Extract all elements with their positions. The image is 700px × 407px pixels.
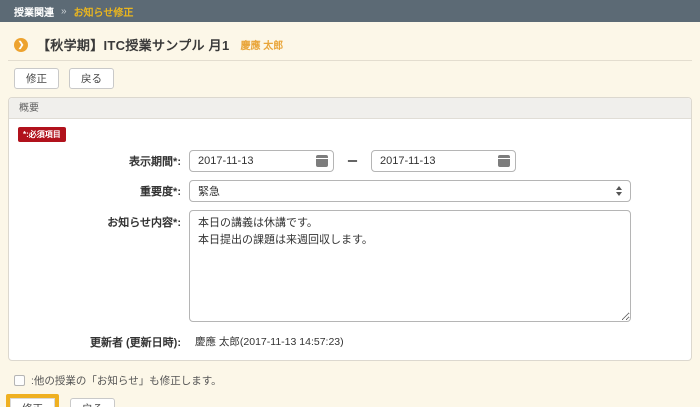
panel-title: 概要 xyxy=(9,98,691,119)
chevron-icon: ❯ xyxy=(14,38,28,52)
summary-panel: 概要 *:必須項目 表示期間*: ー 重要度*: 緊急 xyxy=(8,97,692,361)
period-label: 表示期間*: xyxy=(9,153,189,169)
content-label: お知らせ内容*: xyxy=(9,210,189,230)
apply-other-courses-row: :他の授業の「お知らせ」も修正します。 xyxy=(14,373,700,388)
updated-row: 更新者 (更新日時): 慶應 太郎(2017-11-13 14:57:23) xyxy=(9,334,691,350)
modify-button-bottom[interactable]: 修正 xyxy=(10,398,55,407)
page-header: ❯ 【秋学期】ITC授業サンプル 月1 慶應 太郎 xyxy=(14,35,700,54)
importance-selected-value: 緊急 xyxy=(198,183,616,199)
topbar: 授業関連 » お知らせ修正 xyxy=(0,0,700,22)
updated-value: 慶應 太郎(2017-11-13 14:57:23) xyxy=(189,334,344,350)
required-badge: *:必須項目 xyxy=(18,127,66,142)
calendar-icon xyxy=(498,155,510,167)
importance-row: 重要度*: 緊急 xyxy=(9,180,691,202)
period-start-field xyxy=(189,150,334,172)
updated-label: 更新者 (更新日時): xyxy=(9,334,189,350)
importance-select[interactable]: 緊急 xyxy=(189,180,631,202)
back-button-top[interactable]: 戻る xyxy=(69,68,114,89)
breadcrumb-current: お知らせ修正 xyxy=(74,4,134,19)
modify-button-top[interactable]: 修正 xyxy=(14,68,59,89)
target-highlight: 修正 xyxy=(6,394,59,407)
top-actions: 修正 戻る xyxy=(14,68,700,89)
apply-other-courses-label[interactable]: :他の授業の「お知らせ」も修正します。 xyxy=(31,373,222,388)
divider xyxy=(8,60,692,61)
breadcrumb-root[interactable]: 授業関連 xyxy=(14,4,54,19)
period-end-field xyxy=(371,150,516,172)
period-separator: ー xyxy=(347,153,358,169)
bottom-actions: 修正 戻る xyxy=(6,394,700,407)
content-textarea[interactable]: 本日の講義は休講です。 本日提出の課題は来週回収します。 xyxy=(189,210,631,322)
period-row: 表示期間*: ー xyxy=(9,150,691,172)
back-button-bottom[interactable]: 戻る xyxy=(70,398,115,407)
period-end-calendar-button[interactable] xyxy=(493,151,515,171)
content-row: お知らせ内容*: 本日の講義は休講です。 本日提出の課題は来週回収します。 xyxy=(9,210,691,322)
period-end-input[interactable] xyxy=(372,155,493,167)
page-title: 【秋学期】ITC授業サンプル 月1 xyxy=(37,35,230,54)
select-stepper-icon xyxy=(616,186,622,196)
period-start-calendar-button[interactable] xyxy=(311,151,333,171)
apply-other-courses-checkbox[interactable] xyxy=(14,375,25,386)
breadcrumb-separator: » xyxy=(61,6,67,17)
panel-body: *:必須項目 表示期間*: ー 重要度*: 緊急 xyxy=(9,119,691,360)
importance-label: 重要度*: xyxy=(9,183,189,199)
period-start-input[interactable] xyxy=(190,155,311,167)
instructor-name: 慶應 太郎 xyxy=(241,37,284,52)
calendar-icon xyxy=(316,155,328,167)
